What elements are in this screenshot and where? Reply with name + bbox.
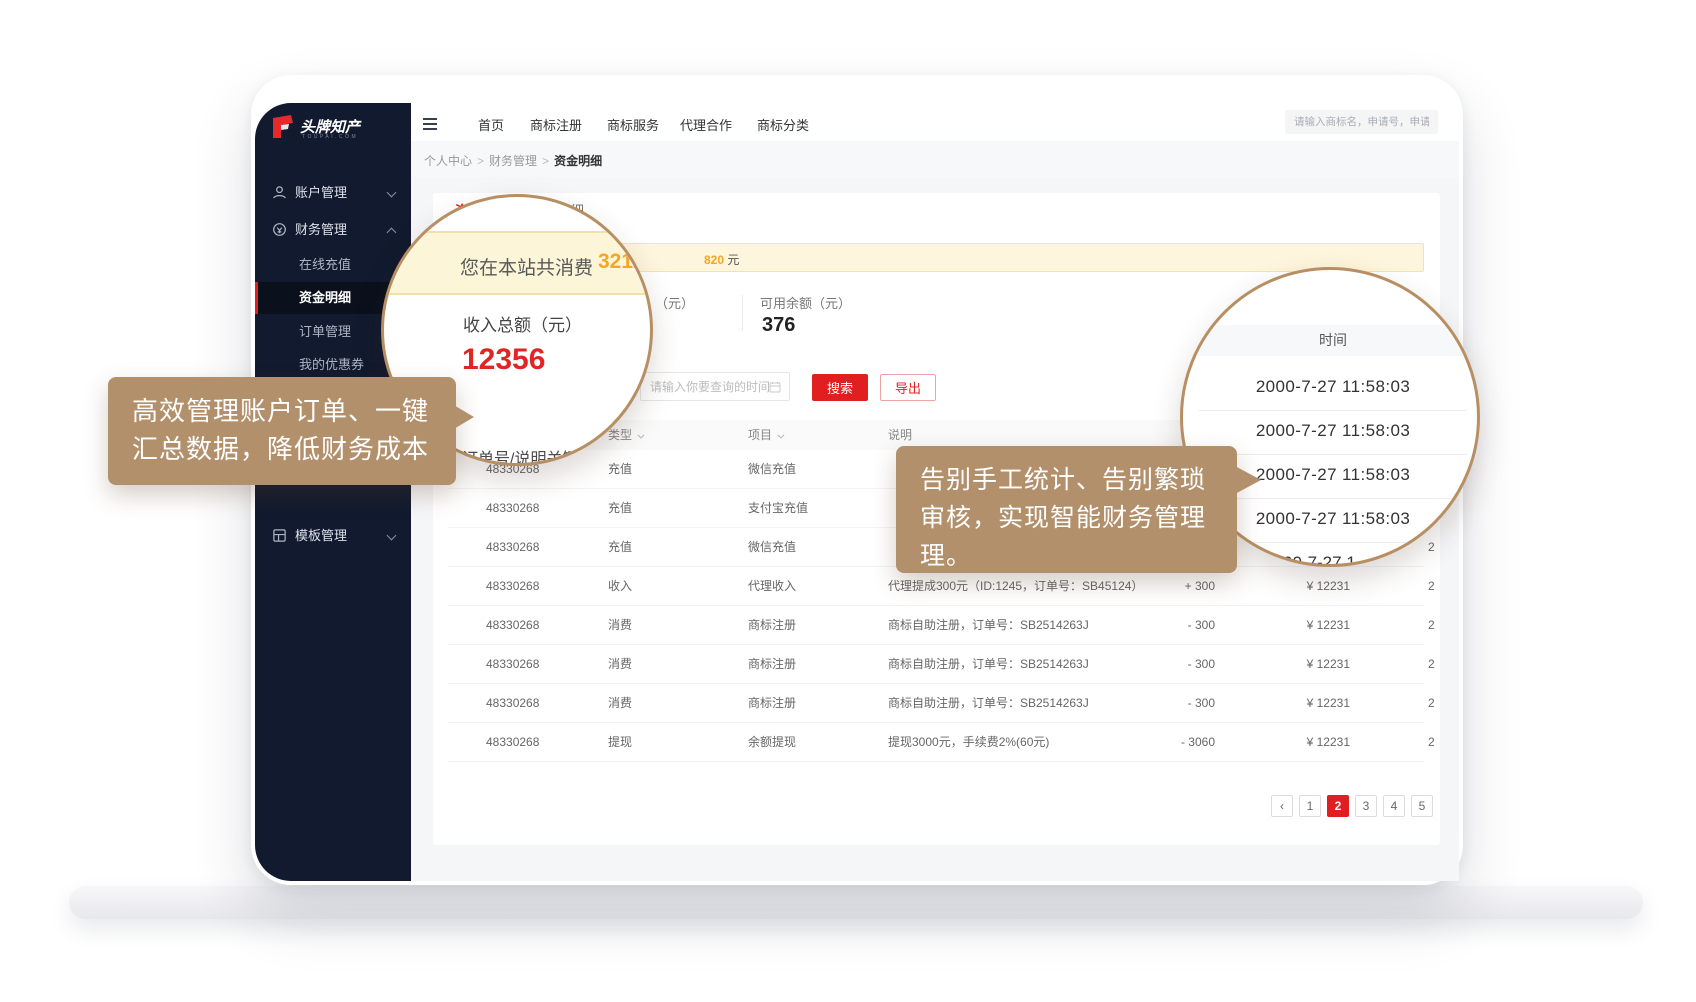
logo: 头牌知产 TOUPAI.COM — [272, 113, 402, 157]
breadcrumb-item[interactable]: 个人中心 — [424, 154, 472, 168]
nav-item-agency[interactable]: 代理合作 — [680, 115, 732, 137]
breadcrumb-bar: 个人中心>财务管理>资金明细 — [411, 141, 1459, 177]
balance-value: 376 — [762, 314, 795, 337]
user-icon — [272, 185, 287, 200]
table-header-project[interactable]: 项目 — [748, 420, 782, 450]
sidebar-item-label: 资金明细 — [299, 282, 351, 314]
tooltip-line: 审核，实现智能财务管理 — [920, 499, 1213, 537]
sidebar-item-label: 在线充值 — [299, 253, 351, 277]
sidebar-item-label: 我的优惠券 — [299, 353, 364, 377]
hamburger-menu-icon[interactable] — [423, 118, 437, 130]
date-query-input[interactable] — [640, 372, 790, 401]
sidebar-item-label: 财务管理 — [295, 218, 347, 242]
tooltip-line: 汇总数据，降低财务成本 — [132, 430, 432, 468]
banner-tail-unit: 元 — [727, 253, 739, 267]
magnified-income-value: 12356 — [462, 343, 545, 377]
pagination-page-2[interactable]: 2 — [1327, 795, 1349, 817]
tooltip-right: 告别手工统计、告别繁琐 审核，实现智能财务管理 理。 — [896, 446, 1237, 573]
divider — [1199, 498, 1467, 499]
nav-item-home[interactable]: 首页 — [478, 115, 504, 137]
finance-icon — [272, 222, 287, 237]
sidebar-item-account[interactable]: 账户管理 — [255, 181, 411, 205]
table-row: 48330268 消费 商标注册 商标自助注册，订单号：SB2514263J -… — [448, 645, 1424, 684]
pagination-prev-button[interactable]: ‹ — [1271, 795, 1293, 817]
table-row: 48330268 提现 余额提现 提现3000元，手续费2%(60元) - 30… — [448, 723, 1424, 762]
sidebar-item-label: 账户管理 — [295, 181, 347, 205]
balance-label: 可用余额（元） — [760, 293, 851, 312]
chevron-down-icon — [387, 188, 397, 198]
banner-tail-amount: 820 — [704, 253, 724, 267]
tooltip-line: 高效管理账户订单、一键 — [132, 392, 432, 430]
nav-item-register[interactable]: 商标注册 — [530, 115, 582, 137]
magnified-time-value: 2000-7-27 11:58:03 — [1183, 377, 1480, 397]
sidebar-item-label: 模板管理 — [295, 524, 347, 548]
magnified-banner-prefix: 您在本站共消费 — [460, 253, 593, 280]
sidebar-item-templates[interactable]: 模板管理 — [255, 524, 411, 548]
magnified-keyword-placeholder: 订单号/说明关键 — [462, 445, 578, 466]
stat-divider — [742, 295, 743, 331]
divider — [1199, 542, 1467, 543]
logo-icon — [272, 115, 294, 139]
template-icon — [272, 528, 287, 543]
search-button[interactable]: 搜索 — [812, 374, 868, 401]
breadcrumb-item[interactable]: 财务管理 — [489, 154, 537, 168]
nav-item-services[interactable]: 商标服务 — [607, 115, 659, 137]
export-button[interactable]: 导出 — [880, 374, 936, 401]
active-indicator — [255, 282, 258, 314]
calendar-icon — [769, 381, 781, 393]
banner-tail-text: 820 元 — [704, 251, 739, 268]
sidebar: 头牌知产 TOUPAI.COM 账户管理 财务管理 在线充值 资金明细 订单管理 — [255, 103, 411, 881]
magnified-time-header: 时间 — [1183, 325, 1480, 356]
laptop-base — [69, 886, 1643, 919]
tooltip-line: 理。 — [920, 537, 1213, 575]
tooltip-left-arrow-icon — [452, 404, 474, 430]
pagination-page-4[interactable]: 4 — [1383, 795, 1405, 817]
tooltip-right-arrow-icon — [1235, 466, 1261, 494]
pagination-page-1[interactable]: 1 — [1299, 795, 1321, 817]
chevron-down-icon — [387, 531, 397, 541]
stat-mid-fragment: （元） — [655, 293, 694, 312]
divider — [1199, 410, 1467, 411]
tooltip-line: 告别手工统计、告别繁琐 — [920, 461, 1213, 499]
sort-caret-icon — [637, 432, 644, 439]
pagination-page-3[interactable]: 3 — [1355, 795, 1377, 817]
magnified-time-value: 2000-7-27 11:58:03 — [1183, 421, 1480, 441]
magnified-banner-amount: 32124 — [598, 250, 653, 274]
table-row: 48330268 消费 商标注册 商标自助注册，订单号：SB2514263J -… — [448, 684, 1424, 723]
trademark-search-input[interactable] — [1285, 110, 1438, 134]
table-row: 48330268 消费 商标注册 商标自助注册，订单号：SB2514263J -… — [448, 606, 1424, 645]
pagination-page-5[interactable]: 5 — [1411, 795, 1433, 817]
sidebar-item-label: 订单管理 — [299, 320, 351, 344]
nav-item-category[interactable]: 商标分类 — [757, 115, 809, 137]
breadcrumb-current: 资金明细 — [554, 154, 602, 168]
divider — [1199, 454, 1467, 455]
magnified-income-label: 收入总额（元） — [463, 311, 582, 336]
sort-caret-icon — [777, 432, 784, 439]
logo-subtext: TOUPAI.COM — [302, 134, 358, 140]
breadcrumb: 个人中心>财务管理>资金明细 — [424, 152, 602, 169]
magnified-banner: 您在本站共消费 32124 元 — [381, 231, 653, 295]
tooltip-left: 高效管理账户订单、一键 汇总数据，降低财务成本 — [108, 377, 456, 485]
